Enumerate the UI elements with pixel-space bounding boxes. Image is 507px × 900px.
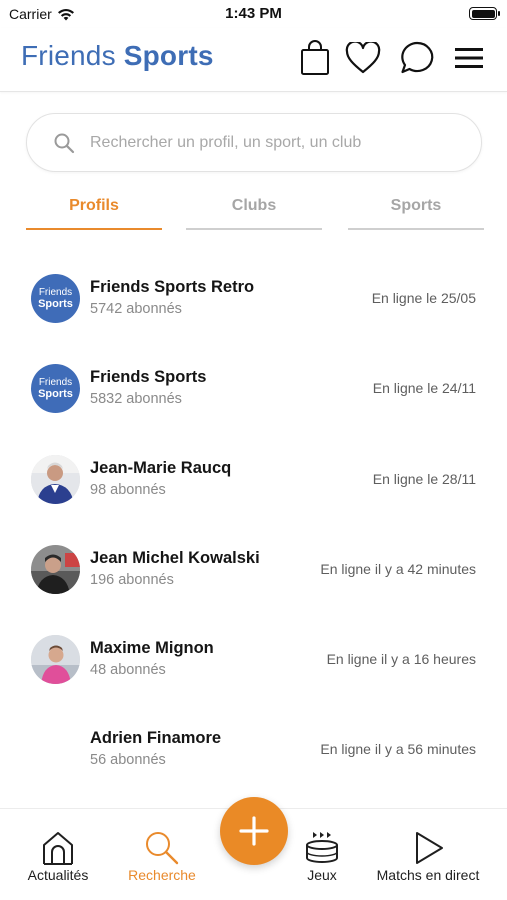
- nav-label: Matchs en direct: [376, 867, 480, 883]
- nav-jeux[interactable]: Jeux: [290, 809, 354, 900]
- avatar: [31, 725, 80, 774]
- heart-icon[interactable]: [345, 40, 381, 76]
- follower-count: 48 abonnés: [90, 662, 166, 679]
- online-status: En ligne il y a 16 heures: [326, 651, 476, 668]
- avatar-logo-line-1: Friends: [38, 286, 73, 298]
- chat-bubble-icon[interactable]: [399, 40, 435, 76]
- home-icon: [39, 829, 77, 867]
- avatar: [31, 454, 80, 504]
- follower-count: 56 abonnés: [90, 752, 166, 769]
- profile-name: Jean-Marie Raucq: [90, 458, 232, 477]
- follower-count: 98 abonnés: [90, 481, 166, 498]
- shopping-bag-icon[interactable]: [297, 40, 333, 76]
- online-status: En ligne le 28/11: [372, 470, 476, 487]
- profile-name: Friends Sports Retro: [90, 278, 255, 296]
- follower-count: 5742 abonnés: [90, 301, 182, 317]
- avatar: Friends Sports: [31, 364, 80, 414]
- search-icon: [143, 829, 181, 867]
- menu-icon[interactable]: [451, 40, 487, 76]
- avatar: Friends Sports: [31, 274, 80, 323]
- online-status: En ligne il y a 56 minutes: [320, 741, 476, 758]
- profile-name: Maxime Mignon: [90, 639, 214, 658]
- avatar-logo-line-2: Sports: [38, 387, 73, 400]
- clock: 1:43 PM: [225, 5, 282, 22]
- status-bar: Carrier 1:43 PM: [0, 0, 507, 28]
- profile-name: Jean Michel Kowalski: [90, 548, 260, 567]
- brand-logo-light: Friends: [21, 40, 116, 71]
- nav-label: Actualités: [27, 867, 89, 883]
- follower-count: 196 abonnés: [90, 571, 174, 588]
- search-icon: [54, 133, 75, 153]
- avatar-logo-line-1: Friends: [38, 376, 73, 388]
- profile-name: Adrien Finamore: [90, 729, 222, 748]
- plus-icon: [239, 816, 269, 846]
- brand-logo-bold: Sports: [123, 40, 214, 71]
- avatar: [31, 635, 80, 685]
- nav-recherche[interactable]: Recherche: [118, 809, 206, 900]
- avatar-logo-line-2: Sports: [38, 297, 73, 310]
- online-status: En ligne il y a 42 minutes: [320, 560, 476, 577]
- list-item[interactable]: Friends Sports Friends Sports 5832 abonn…: [0, 342, 507, 432]
- profile-name: Friends Sports: [90, 368, 207, 387]
- brand-logo: Friends Sports: [21, 40, 214, 72]
- list-item[interactable]: Friends Sports Friends Sports Retro 5742…: [0, 252, 507, 342]
- profile-list: Friends Sports Friends Sports Retro 5742…: [0, 252, 507, 794]
- follower-count: 5832 abonnés: [90, 391, 182, 408]
- battery-icon: [469, 7, 500, 20]
- list-item[interactable]: Jean-Marie Raucq 98 abonnés En ligne le …: [0, 433, 507, 523]
- list-item[interactable]: Adrien Finamore 56 abonnés En ligne il y…: [0, 703, 507, 793]
- tab-profils[interactable]: Profils: [26, 190, 162, 230]
- list-item[interactable]: Maxime Mignon 48 abonnés En ligne il y a…: [0, 613, 507, 703]
- search-bar[interactable]: [26, 113, 482, 172]
- list-item[interactable]: Jean Michel Kowalski 196 abonnés En lign…: [0, 523, 507, 613]
- avatar: [31, 544, 80, 594]
- tab-clubs[interactable]: Clubs: [186, 190, 322, 230]
- nav-matchs-en-direct[interactable]: Matchs en direct: [370, 809, 486, 900]
- search-input[interactable]: [90, 133, 470, 152]
- nav-label: Jeux: [307, 867, 337, 883]
- tab-sports[interactable]: Sports: [348, 190, 484, 230]
- online-status: En ligne le 25/05: [371, 290, 476, 306]
- app-header: Friends Sports: [0, 28, 507, 92]
- nav-actualites[interactable]: Actualités: [14, 809, 102, 900]
- tab-bar: Profils Clubs Sports: [0, 190, 507, 232]
- nav-label: Recherche: [128, 867, 196, 883]
- add-button[interactable]: [220, 797, 288, 865]
- play-icon: [409, 829, 447, 867]
- games-icon: [303, 829, 341, 867]
- online-status: En ligne le 24/11: [372, 380, 476, 397]
